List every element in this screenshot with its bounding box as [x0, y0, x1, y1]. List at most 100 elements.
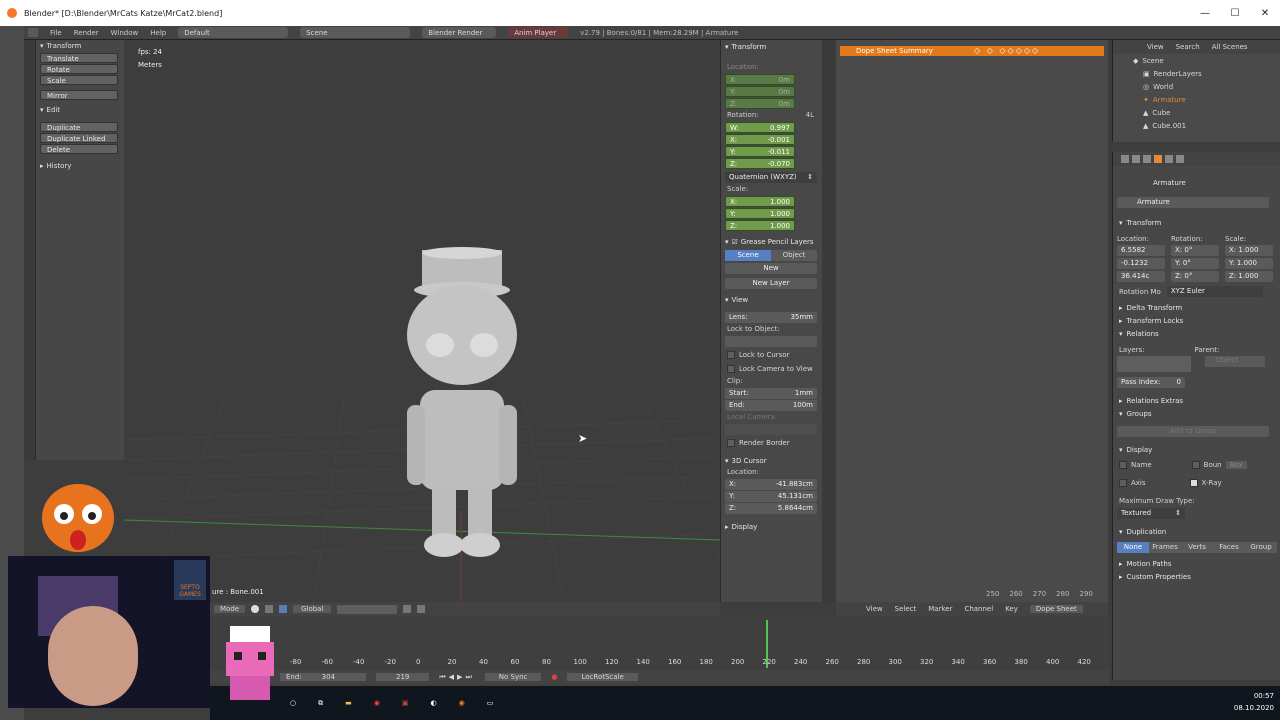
obs-icon[interactable]: ◐: [430, 699, 436, 707]
dup-verts-button[interactable]: Verts: [1181, 542, 1213, 553]
n-scale-y[interactable]: Y: 1.000: [725, 208, 795, 219]
shading-icon[interactable]: [251, 605, 260, 613]
snap-icon[interactable]: [403, 605, 412, 613]
dup-group-button[interactable]: Group: [1245, 542, 1277, 553]
outliner-item-cube001[interactable]: ▲ Cube.001: [1113, 119, 1280, 132]
outliner-menu-search[interactable]: Search: [1176, 43, 1200, 51]
pass-index-field[interactable]: Pass Index: 0: [1117, 377, 1185, 388]
render-border-checkbox[interactable]: Render Border: [721, 436, 822, 450]
local-camera-field[interactable]: [725, 424, 817, 435]
groups-header[interactable]: ▾ Groups: [1113, 407, 1280, 420]
dope-menu-channel[interactable]: Channel: [964, 605, 993, 613]
terminal-icon[interactable]: ▭: [487, 699, 494, 707]
prop-rotation-x[interactable]: X: 0°: [1171, 245, 1219, 256]
axis-checkbox[interactable]: Axis: [1119, 476, 1146, 490]
transform-locks-header[interactable]: ▸ Transform Locks: [1113, 314, 1280, 327]
menu-file[interactable]: File: [50, 29, 62, 37]
delete-button[interactable]: Delete: [40, 144, 118, 154]
chrome-icon[interactable]: ◉: [374, 699, 380, 707]
lock-cursor-checkbox[interactable]: Lock to Cursor: [721, 348, 822, 362]
rotate-button[interactable]: Rotate: [40, 64, 118, 74]
outliner-display-mode[interactable]: All Scenes: [1212, 43, 1248, 51]
blender-taskbar-icon[interactable]: ◉: [459, 699, 465, 707]
task-view-icon[interactable]: ⧉: [318, 699, 323, 708]
panel-scrollbar[interactable]: [822, 40, 836, 602]
menu-render[interactable]: Render: [74, 29, 99, 37]
history-section-header[interactable]: ▸ History: [36, 160, 124, 172]
edit-section-header[interactable]: ▾ Edit: [36, 104, 124, 116]
checkbox-icon[interactable]: ☑: [732, 238, 738, 246]
layers-grid[interactable]: [1117, 356, 1191, 372]
app-icon[interactable]: ▣: [402, 699, 409, 707]
close-button[interactable]: ✕: [1250, 0, 1280, 26]
prop-scale-y[interactable]: Y: 1.000: [1225, 258, 1273, 269]
outliner-item-renderlayers[interactable]: ▣ RenderLayers: [1113, 67, 1280, 80]
dup-frames-button[interactable]: Frames: [1149, 542, 1181, 553]
duplicate-linked-button[interactable]: Duplicate Linked: [40, 133, 118, 143]
dope-menu-view[interactable]: View: [866, 605, 883, 613]
object-name-field[interactable]: Armature: [1117, 197, 1269, 208]
editor-type-icon[interactable]: [28, 28, 38, 37]
lock-camera-checkbox[interactable]: Lock Camera to View: [721, 362, 822, 376]
prop-location-x[interactable]: 6.5582: [1117, 245, 1165, 256]
cursor-z-field[interactable]: Z: 5.8644cm: [725, 503, 817, 514]
grease-pencil-header[interactable]: ▾ ☑ Grease Pencil Layers: [721, 235, 822, 248]
n-scale-x[interactable]: X: 1.000: [725, 196, 795, 207]
view-section-header[interactable]: ▾ View: [721, 293, 822, 306]
end-frame-field[interactable]: End: 304: [280, 673, 366, 681]
cursor-x-field[interactable]: X: -41.883cm: [725, 479, 817, 490]
3d-viewport[interactable]: fps: 24 Meters ➤ ure : Bone.001: [124, 40, 720, 602]
add-to-group-button[interactable]: Add to Group: [1117, 426, 1269, 437]
maximize-button[interactable]: ☐: [1220, 0, 1250, 26]
n-rotation-w[interactable]: W: 0.997: [725, 122, 795, 133]
outliner-item-armature[interactable]: ✦ Armature: [1113, 93, 1280, 106]
n-rotation-x[interactable]: X: -0.001: [725, 134, 795, 145]
transform-section-header[interactable]: ▾ Transform: [36, 40, 124, 52]
prop-scale-x[interactable]: X: 1.000: [1225, 245, 1273, 256]
bounds-checkbox[interactable]: Boun Box: [1191, 458, 1247, 472]
lens-field[interactable]: Lens: 35mm: [725, 312, 817, 323]
grease-new-layer-button[interactable]: New Layer: [725, 278, 817, 289]
grease-new-button[interactable]: New: [725, 263, 817, 274]
n-location-y[interactable]: Y: 0m: [725, 86, 795, 97]
outliner-item-scene[interactable]: ◆ Scene: [1113, 54, 1280, 67]
minimize-button[interactable]: —: [1190, 0, 1220, 26]
prop-scale-z[interactable]: Z: 1.000: [1225, 271, 1273, 282]
record-icon[interactable]: ●: [551, 673, 557, 681]
motion-paths-header[interactable]: ▸ Motion Paths: [1113, 557, 1280, 570]
mode-selector[interactable]: Mode: [214, 605, 246, 613]
layer-buttons[interactable]: [337, 604, 398, 614]
dope-mode-selector[interactable]: Dope Sheet: [1029, 605, 1083, 613]
translate-button[interactable]: Translate: [40, 53, 118, 63]
delta-transform-header[interactable]: ▸ Delta Transform: [1113, 301, 1280, 314]
toolshelf-tabs[interactable]: [24, 40, 36, 460]
pivot-icon[interactable]: [265, 605, 274, 613]
outliner-menu-view[interactable]: View: [1147, 43, 1164, 51]
n-location-z[interactable]: Z: 0m: [725, 98, 795, 109]
max-draw-selector[interactable]: Textured ⇕: [1117, 508, 1185, 519]
xray-checkbox[interactable]: X-Ray: [1189, 476, 1222, 490]
n-location-x[interactable]: X: 0m: [725, 74, 795, 85]
n-rotation-z[interactable]: Z: -0.070: [725, 158, 795, 169]
prop-location-z[interactable]: 36.414c: [1117, 271, 1165, 282]
outliner-item-world[interactable]: ◎ World: [1113, 80, 1280, 93]
manipulator-icon[interactable]: [279, 605, 288, 613]
n-transform-header[interactable]: ▾ Transform: [721, 40, 822, 53]
custom-properties-header[interactable]: ▸ Custom Properties: [1113, 570, 1280, 583]
render-engine-selector[interactable]: Blender Render: [422, 27, 497, 38]
menu-help[interactable]: Help: [150, 29, 166, 37]
relations-extras-header[interactable]: ▸ Relations Extras: [1113, 394, 1280, 407]
duplicate-button[interactable]: Duplicate: [40, 122, 118, 132]
keying-set-selector[interactable]: LocRotScale: [567, 673, 638, 681]
dope-menu-marker[interactable]: Marker: [928, 605, 952, 613]
sync-selector[interactable]: No Sync: [484, 673, 542, 681]
n-rotation-4l[interactable]: 4L: [806, 110, 814, 121]
clock-date[interactable]: 08.10.2020: [1234, 702, 1274, 714]
render-icon[interactable]: [417, 605, 426, 613]
layout-selector[interactable]: Default: [178, 27, 289, 38]
grease-scene-button[interactable]: Scene: [725, 250, 771, 261]
cursor-y-field[interactable]: Y: 45.131cm: [725, 491, 817, 502]
menu-window[interactable]: Window: [111, 29, 139, 37]
clip-end-field[interactable]: End: 100m: [725, 400, 817, 411]
dope-menu-select[interactable]: Select: [895, 605, 917, 613]
